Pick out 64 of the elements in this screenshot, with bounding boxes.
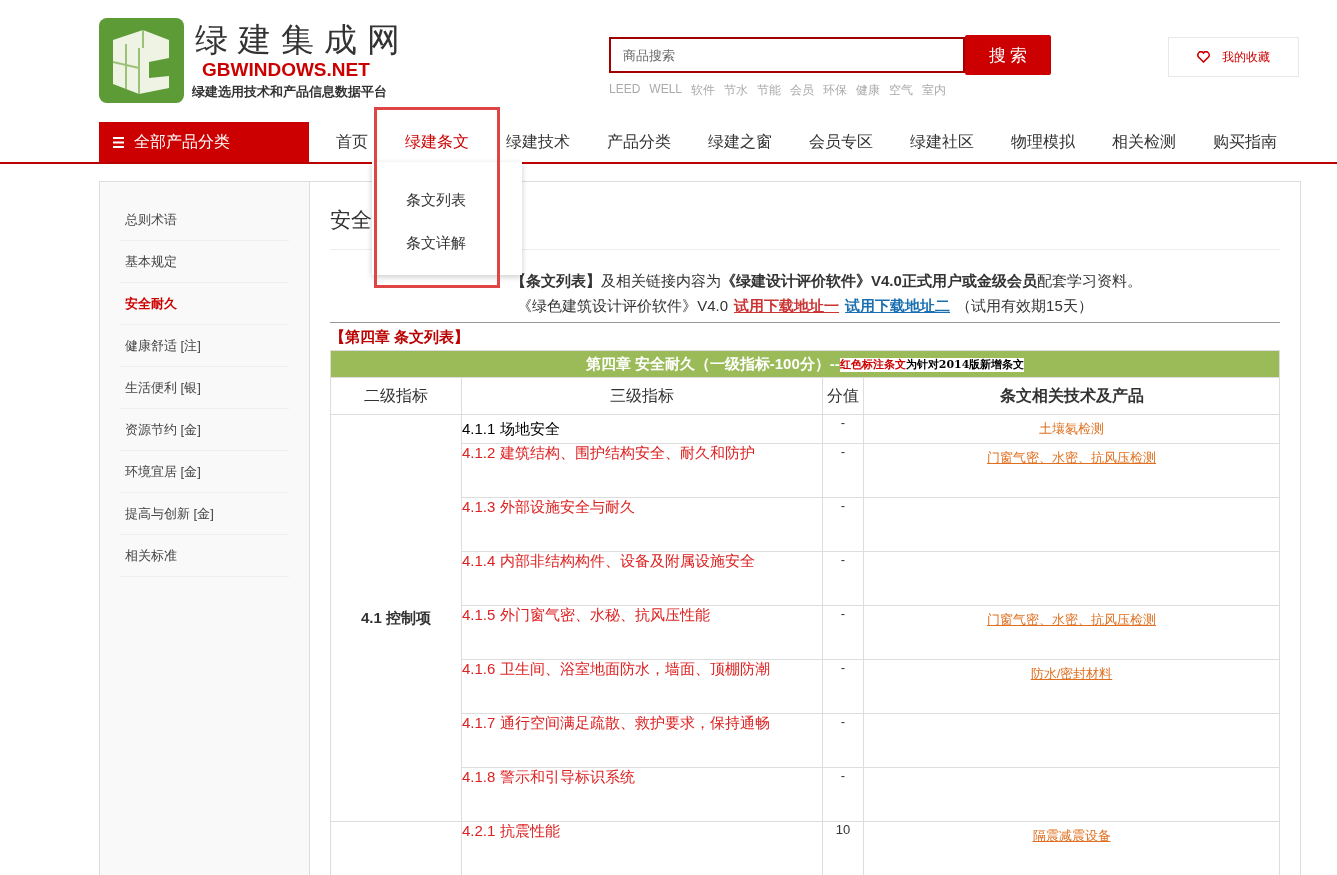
product-link[interactable]: 土壤氡检测 [1039, 421, 1104, 436]
clause-text: 4.1.2 建筑结构、围护结构安全、耐久和防护 [462, 444, 755, 461]
trial-text: （试用有效期15天） [956, 297, 1093, 316]
software-text: 《绿色建筑设计评价软件》V4.0 [517, 297, 729, 316]
clause-text: 4.1.6 卫生间、浴室地面防水，墙面、顶棚防潮 [462, 660, 770, 677]
logo-icon [99, 18, 184, 103]
all-categories-button[interactable]: 全部产品分类 [99, 122, 309, 162]
heart-icon [1197, 51, 1210, 63]
nav-tab[interactable]: 购买指南 [1213, 122, 1277, 162]
nav-tab[interactable]: 相关检测 [1112, 122, 1176, 162]
product-link[interactable]: 门窗气密、水密、抗风压检测 [987, 450, 1156, 465]
sidebar-item[interactable]: 健康舒适 [注] [120, 325, 289, 367]
nav-tab[interactable]: 首页 [336, 122, 368, 162]
clause-text: 4.1.8 警示和引导标识系统 [462, 768, 635, 785]
clause-text: 4.1.5 外门窗气密、水秘、抗风压性能 [462, 606, 710, 623]
score-cell: - [822, 497, 864, 552]
table-cell: 4.1 控制项 [330, 414, 462, 822]
table-title: 第四章 安全耐久（一级指标-100分）--红色标注条文为针对2014版新增条文 [330, 350, 1280, 378]
download-link[interactable]: 试用下载地址二 [845, 297, 951, 316]
sidebar-item[interactable]: 生活便利 [银] [120, 367, 289, 409]
clause-text: 4.1.3 外部设施安全与耐久 [462, 498, 635, 515]
search-field[interactable]: 商品搜索 [609, 37, 965, 73]
score-cell: - [822, 767, 864, 822]
sidebar-item[interactable]: 资源节约 [金] [120, 409, 289, 451]
dropdown-item[interactable]: 条文详解 [372, 221, 522, 264]
dropdown-item[interactable]: 条文列表 [372, 178, 522, 221]
score-cell: - [822, 713, 864, 768]
column-header: 条文相关技术及产品 [863, 377, 1280, 415]
nav-tab[interactable]: 会员专区 [809, 122, 873, 162]
nav-tab[interactable]: 绿建社区 [910, 122, 974, 162]
sidebar-item[interactable]: 提高与创新 [金] [120, 493, 289, 535]
sidebar-item[interactable]: 环境宜居 [金] [120, 451, 289, 493]
favorites-button[interactable]: 我的收藏 [1168, 37, 1299, 77]
sidebar-item[interactable]: 基本规定 [120, 241, 289, 283]
site-slogan: 绿建选用技术和产品信息数据平台 [192, 82, 388, 101]
search-button[interactable]: 搜 索 [965, 35, 1051, 75]
product-link[interactable]: 防水/密封材料 [1030, 666, 1113, 681]
score-cell: - [822, 443, 864, 498]
score-cell: - [822, 605, 864, 660]
product-link[interactable]: 隔震减震设备 [1032, 828, 1111, 843]
score-cell: - [822, 659, 864, 714]
nav-tab[interactable]: 产品分类 [607, 122, 671, 162]
nav-tab[interactable]: 绿建条文 [405, 122, 469, 162]
score-cell: - [822, 551, 864, 606]
site-domain: GBWINDOWS.NET [202, 58, 371, 81]
nav-tab[interactable]: 绿建之窗 [708, 122, 772, 162]
clause-text: 4.1.7 通行空间满足疏散、救护要求，保持通畅 [462, 714, 770, 731]
score-cell: - [822, 414, 864, 444]
clause-text: 4.1.4 内部非结构构件、设备及附属设施安全 [462, 552, 755, 569]
clause-text: 4.2.1 抗震性能 [462, 822, 560, 839]
column-header: 三级指标 [461, 377, 823, 415]
nav-tab[interactable]: 绿建技术 [506, 122, 570, 162]
sidebar-item[interactable]: 相关标准 [120, 535, 289, 577]
product-link[interactable]: 门窗气密、水密、抗风压检测 [987, 612, 1156, 627]
download-link[interactable]: 试用下载地址一 [734, 297, 840, 316]
column-header: 分值 [822, 377, 864, 415]
site-title: 绿建集成网 [195, 20, 410, 59]
section-title: 【第四章 条文列表】 [330, 328, 471, 347]
column-header: 二级指标 [330, 377, 462, 415]
sidebar-item[interactable]: 总则术语 [120, 199, 289, 241]
nav-tab[interactable]: 物理模拟 [1011, 122, 1075, 162]
sidebar-item[interactable]: 安全耐久 [120, 283, 289, 325]
menu-icon [113, 136, 124, 148]
clause-text: 4.1.1 场地安全 [462, 419, 560, 437]
